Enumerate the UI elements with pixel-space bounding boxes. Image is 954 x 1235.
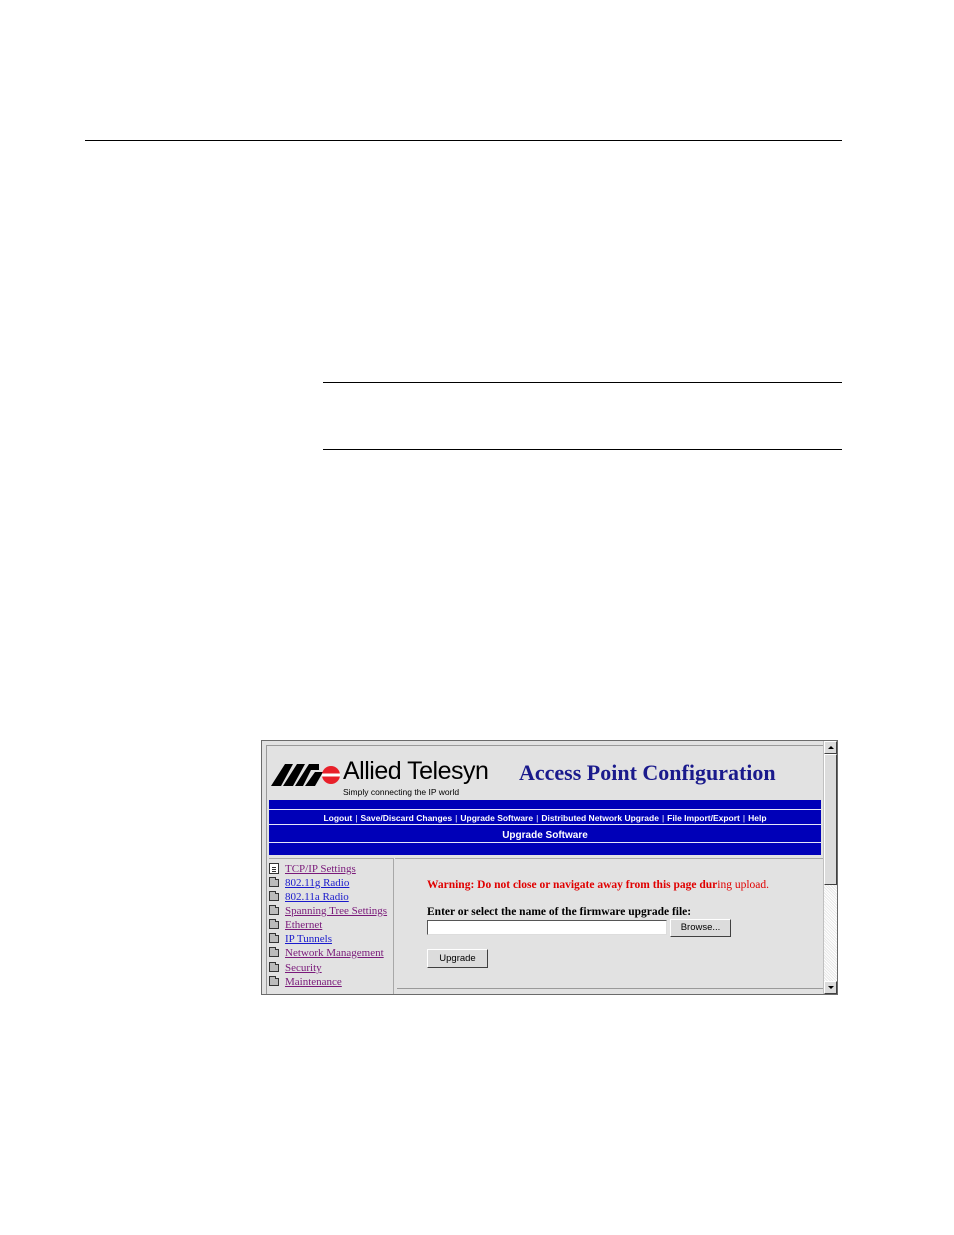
nav-upgrade-software-link[interactable]: Upgrade Software: [460, 813, 533, 823]
sidebar-item-label[interactable]: IP Tunnels: [285, 933, 332, 945]
nav-save-discard-link[interactable]: Save/Discard Changes: [360, 813, 452, 823]
folder-icon: [269, 947, 279, 957]
vertical-scrollbar[interactable]: [823, 741, 837, 994]
browse-button[interactable]: Browse...: [670, 919, 731, 937]
sidebar-item-label[interactable]: Maintenance: [285, 976, 342, 988]
firmware-file-input[interactable]: [427, 920, 667, 935]
nav-links: Logout | Save/Discard Changes | Upgrade Soft…: [323, 813, 767, 823]
nav-file-import-export-link[interactable]: File Import/Export: [667, 813, 740, 823]
document-icon: [269, 863, 279, 874]
nav-logout-link[interactable]: Logout: [323, 813, 352, 823]
app-title: Access Point Configuration: [519, 760, 776, 785]
sidebar-item-label[interactable]: Ethernet: [285, 919, 322, 931]
at-logo-mark-icon: [271, 764, 340, 786]
sidebar-item-label[interactable]: Network Management: [285, 947, 384, 959]
scroll-track[interactable]: [824, 885, 837, 981]
folder-icon: [269, 919, 279, 929]
upgrade-button[interactable]: Upgrade: [427, 949, 488, 968]
firmware-file-label: Enter or select the name of the firmware…: [427, 906, 692, 918]
nav-distributed-upgrade-link[interactable]: Distributed Network Upgrade: [541, 813, 659, 823]
sidebar-item-label[interactable]: Spanning Tree Settings: [285, 905, 387, 917]
scroll-thumb[interactable]: [824, 754, 837, 885]
main-content: Warning: Do not close or navigate away f…: [395, 858, 823, 994]
note-rule-bottom: [323, 449, 842, 450]
browser-screenshot: Allied Telesyn Simply connecting the IP …: [261, 740, 838, 995]
folder-icon: [269, 877, 279, 887]
page-viewport: Allied Telesyn Simply connecting the IP …: [266, 745, 823, 994]
folder-icon: [269, 891, 279, 901]
folder-icon: [269, 905, 279, 915]
note-rule-top: [323, 382, 842, 383]
warning-bold-text: Warning: Do not close or navigate away f…: [427, 879, 718, 891]
sidebar-item-label[interactable]: Security: [285, 962, 322, 974]
header-rule: [85, 140, 842, 141]
scroll-up-arrow-icon[interactable]: [824, 741, 837, 754]
warning-plain-text: ing upload.: [717, 879, 770, 891]
brand-tagline: Simply connecting the IP world: [343, 787, 460, 797]
brand-name: Allied Telesyn: [343, 757, 489, 785]
scroll-down-arrow-icon[interactable]: [824, 981, 837, 994]
folder-icon: [269, 962, 279, 972]
folder-icon: [269, 976, 279, 986]
page-heading: Upgrade Software: [502, 830, 588, 841]
top-navbar: Logout | Save/Discard Changes | Upgrade Soft…: [269, 800, 821, 855]
sidebar: TCP/IP Settings 802.11g Radio 802.11a Ra…: [269, 858, 394, 994]
folder-icon: [269, 933, 279, 943]
sidebar-item-label[interactable]: 802.11a Radio: [285, 891, 349, 903]
allied-telesyn-logo: Allied Telesyn Simply connecting the IP …: [271, 756, 493, 800]
upload-warning: Warning: Do not close or navigate away f…: [427, 879, 769, 891]
sidebar-item-label[interactable]: 802.11g Radio: [285, 877, 349, 889]
content-divider: [397, 988, 823, 989]
nav-help-link[interactable]: Help: [748, 813, 766, 823]
sidebar-item-label[interactable]: TCP/IP Settings: [285, 863, 356, 875]
